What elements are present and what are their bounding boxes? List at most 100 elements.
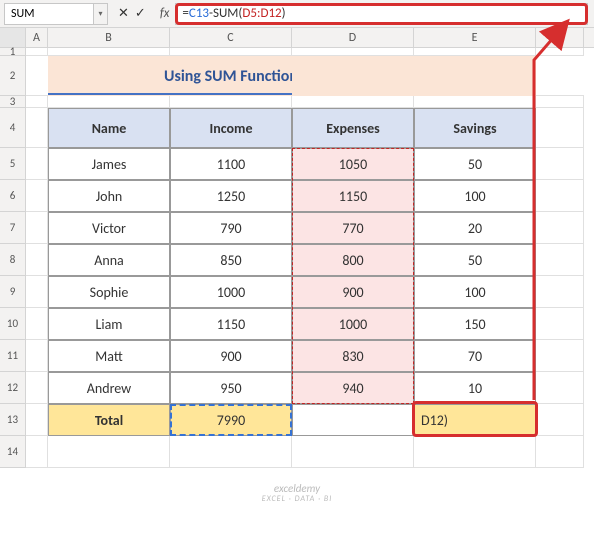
cell-F1[interactable] <box>536 48 584 56</box>
col-header-C[interactable]: C <box>170 28 292 47</box>
cell-B12[interactable]: Andrew <box>48 372 170 404</box>
cell-D13[interactable] <box>292 404 414 436</box>
cell-E6[interactable]: 100 <box>414 180 536 212</box>
cell-B10[interactable]: Liam <box>48 308 170 340</box>
cell-F8[interactable] <box>536 244 584 276</box>
cell-F3[interactable] <box>536 96 584 108</box>
cell-F10[interactable] <box>536 308 584 340</box>
cell-B14[interactable] <box>48 436 170 468</box>
cell-C10[interactable]: 1150 <box>170 308 292 340</box>
col-header-A[interactable]: A <box>26 28 48 47</box>
cell-B8[interactable]: Anna <box>48 244 170 276</box>
row-header-14[interactable]: 14 <box>0 436 26 468</box>
cell-B6[interactable]: John <box>48 180 170 212</box>
header-savings[interactable]: Savings <box>414 108 536 148</box>
cell-D10[interactable]: 1000 <box>292 308 414 340</box>
row-header-5[interactable]: 5 <box>0 148 26 180</box>
title-cell-center[interactable]: Using SUM Function <box>170 56 292 96</box>
cell-D6[interactable]: 1150 <box>292 180 414 212</box>
cell-E11[interactable]: 70 <box>414 340 536 372</box>
cell-D12[interactable]: 940 <box>292 372 414 404</box>
cell-F14[interactable] <box>536 436 584 468</box>
row-header-1[interactable]: 1 <box>0 48 26 56</box>
cell-A13[interactable] <box>26 404 48 436</box>
cell-B5[interactable]: James <box>48 148 170 180</box>
cell-A6[interactable] <box>26 180 48 212</box>
cell-E12[interactable]: 10 <box>414 372 536 404</box>
cell-D14[interactable] <box>292 436 414 468</box>
cell-A7[interactable] <box>26 212 48 244</box>
cancel-icon[interactable]: ✕ <box>118 6 129 21</box>
cell-C11[interactable]: 900 <box>170 340 292 372</box>
cell-E5[interactable]: 50 <box>414 148 536 180</box>
cell-F6[interactable] <box>536 180 584 212</box>
row-header-2[interactable]: 2 <box>0 56 26 96</box>
cell-editing-E13[interactable]: D12) <box>414 404 536 436</box>
row-header-8[interactable]: 8 <box>0 244 26 276</box>
cell-C5[interactable]: 1100 <box>170 148 292 180</box>
cell-C7[interactable]: 790 <box>170 212 292 244</box>
cell-D8[interactable]: 800 <box>292 244 414 276</box>
cell-A2[interactable] <box>26 56 48 96</box>
row-header-13[interactable]: 13 <box>0 404 26 436</box>
cell-D11[interactable]: 830 <box>292 340 414 372</box>
cell-A11[interactable] <box>26 340 48 372</box>
col-header-F[interactable]: F <box>536 28 584 47</box>
cell-A5[interactable] <box>26 148 48 180</box>
col-header-D[interactable]: D <box>292 28 414 47</box>
cell-E10[interactable]: 150 <box>414 308 536 340</box>
cell-C9[interactable]: 1000 <box>170 276 292 308</box>
cell-C14[interactable] <box>170 436 292 468</box>
cell-B1[interactable] <box>48 48 170 56</box>
cell-F2[interactable] <box>536 56 584 96</box>
header-expenses[interactable]: Expenses <box>292 108 414 148</box>
cell-E1[interactable] <box>414 48 536 56</box>
cell-F12[interactable] <box>536 372 584 404</box>
cell-B9[interactable]: Sophie <box>48 276 170 308</box>
name-box[interactable]: SUM <box>4 3 94 25</box>
cell-D5[interactable]: 1050 <box>292 148 414 180</box>
row-header-10[interactable]: 10 <box>0 308 26 340</box>
cell-A8[interactable] <box>26 244 48 276</box>
row-header-6[interactable]: 6 <box>0 180 26 212</box>
row-header-9[interactable]: 9 <box>0 276 26 308</box>
cell-A12[interactable] <box>26 372 48 404</box>
header-name[interactable]: Name <box>48 108 170 148</box>
cell-B11[interactable]: Matt <box>48 340 170 372</box>
cell-B7[interactable]: Victor <box>48 212 170 244</box>
cell-A9[interactable] <box>26 276 48 308</box>
cell-C6[interactable]: 1250 <box>170 180 292 212</box>
cell-D9[interactable]: 900 <box>292 276 414 308</box>
row-header-7[interactable]: 7 <box>0 212 26 244</box>
row-header-3[interactable]: 3 <box>0 96 26 108</box>
cell-E7[interactable]: 20 <box>414 212 536 244</box>
cell-C3[interactable] <box>170 96 292 108</box>
cell-A3[interactable] <box>26 96 48 108</box>
cell-F5[interactable] <box>536 148 584 180</box>
cell-E14[interactable] <box>414 436 536 468</box>
cell-E3[interactable] <box>414 96 536 108</box>
title-cell-e[interactable] <box>414 56 536 96</box>
cell-F13[interactable] <box>536 404 584 436</box>
cell-A1[interactable] <box>26 48 48 56</box>
cell-F4[interactable] <box>536 108 584 148</box>
cell-E8[interactable]: 50 <box>414 244 536 276</box>
col-header-E[interactable]: E <box>414 28 536 47</box>
row-header-4[interactable]: 4 <box>0 108 26 148</box>
col-header-B[interactable]: B <box>48 28 170 47</box>
row-header-11[interactable]: 11 <box>0 340 26 372</box>
cell-C1[interactable] <box>170 48 292 56</box>
cell-C8[interactable]: 850 <box>170 244 292 276</box>
cell-D3[interactable] <box>292 96 414 108</box>
cell-A10[interactable] <box>26 308 48 340</box>
cell-A4[interactable] <box>26 108 48 148</box>
formula-bar[interactable]: =C13-SUM(D5:D12) <box>175 3 588 25</box>
title-cell[interactable] <box>48 56 170 96</box>
cell-F7[interactable] <box>536 212 584 244</box>
cell-E9[interactable]: 100 <box>414 276 536 308</box>
cell-B3[interactable] <box>48 96 170 108</box>
fx-icon[interactable]: fx <box>160 6 170 21</box>
row-header-12[interactable]: 12 <box>0 372 26 404</box>
cell-C12[interactable]: 950 <box>170 372 292 404</box>
enter-icon[interactable]: ✓ <box>135 6 146 21</box>
